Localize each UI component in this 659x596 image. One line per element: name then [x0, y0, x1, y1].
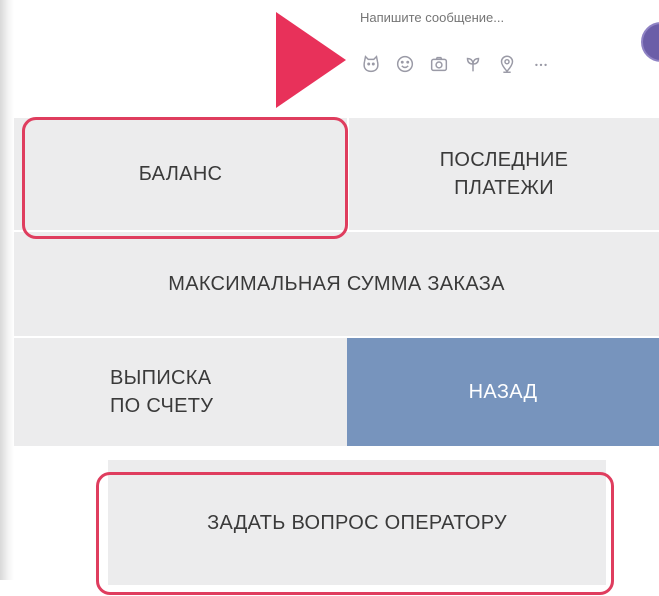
max-order-amount-button[interactable]: МАКСИМАЛЬНАЯ СУММА ЗАКАЗА: [14, 232, 659, 336]
sticker-icon[interactable]: [354, 48, 388, 80]
composer-toolbar: [354, 48, 558, 80]
camera-icon[interactable]: [422, 48, 456, 80]
left-shadow: [0, 0, 14, 580]
pointer-arrow-icon: [276, 12, 346, 108]
balance-button[interactable]: БАЛАНС: [14, 118, 347, 230]
message-input[interactable]: [360, 6, 610, 28]
back-button[interactable]: НАЗАД: [347, 338, 659, 446]
ask-operator-button[interactable]: ЗАДАТЬ ВОПРОС ОПЕРАТОРУ: [108, 460, 606, 585]
emoji-icon[interactable]: [388, 48, 422, 80]
account-statement-button[interactable]: ВЫПИСКА ПО СЧЕТУ: [14, 338, 347, 446]
more-icon[interactable]: [524, 48, 558, 80]
doodle-icon[interactable]: [456, 48, 490, 80]
location-icon[interactable]: [490, 48, 524, 80]
last-payments-button[interactable]: ПОСЛЕДНИЕ ПЛАТЕЖИ: [349, 118, 659, 230]
